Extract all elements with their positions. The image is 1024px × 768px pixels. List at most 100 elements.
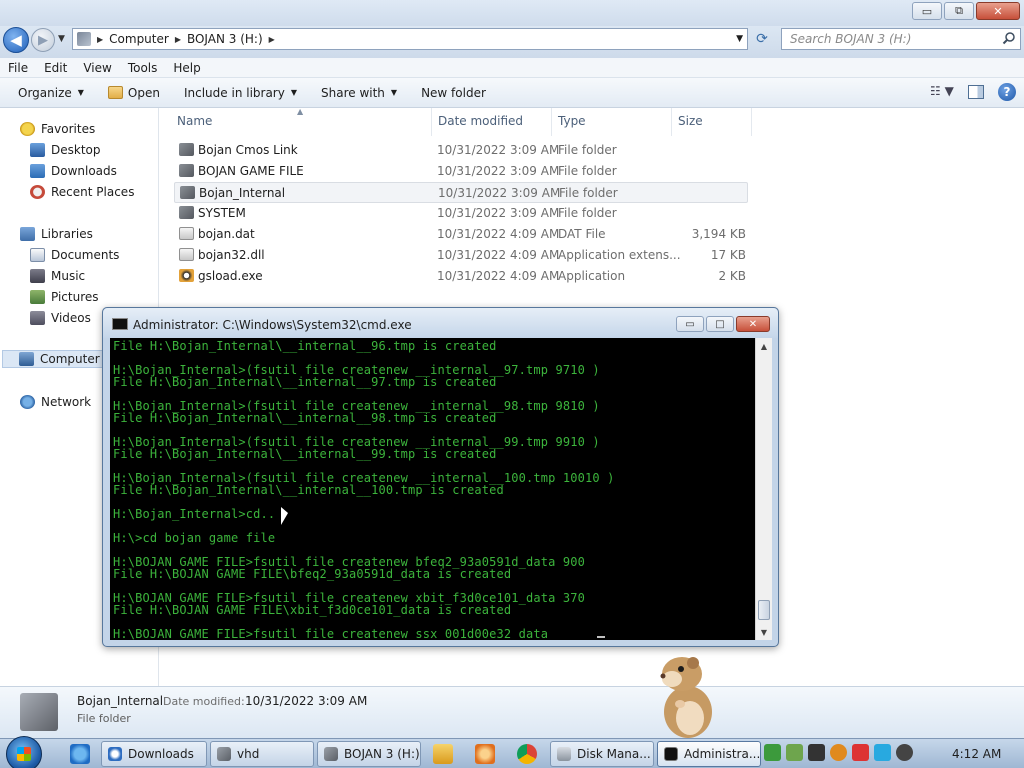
- search-icon[interactable]: [1002, 31, 1016, 45]
- tray-check-icon[interactable]: [786, 744, 803, 761]
- task-label: vhd: [237, 747, 260, 761]
- menu-view[interactable]: View: [75, 61, 119, 75]
- nav-recent-places[interactable]: Recent Places: [30, 183, 134, 201]
- scroll-thumb[interactable]: [758, 600, 770, 620]
- new-folder-button[interactable]: New folder: [409, 78, 498, 108]
- cmd-close-button[interactable]: ✕: [736, 316, 770, 332]
- nav-label: Pictures: [51, 290, 99, 304]
- help-icon[interactable]: ?: [998, 83, 1016, 101]
- file-row[interactable]: bojan32.dll 10/31/2022 4:09 AM Applicati…: [174, 245, 748, 266]
- documents-icon: [30, 248, 45, 262]
- include-in-library-button[interactable]: Include in library ▼: [172, 78, 309, 108]
- menu-help[interactable]: Help: [165, 61, 208, 75]
- console-output[interactable]: File H:\Bojan_Internal\__internal__96.tm…: [110, 338, 755, 640]
- back-button[interactable]: ◀: [3, 27, 29, 53]
- menu-edit[interactable]: Edit: [36, 61, 75, 75]
- menu-tools[interactable]: Tools: [120, 61, 166, 75]
- task-cmd[interactable]: Administra...: [657, 741, 761, 767]
- column-date-modified[interactable]: Date modified: [438, 114, 523, 128]
- nav-label: Documents: [51, 248, 120, 262]
- pictures-icon: [30, 290, 45, 304]
- open-button[interactable]: Open: [96, 78, 172, 108]
- cmd-titlebar[interactable]: Administrator: C:\Windows\System32\cmd.e…: [103, 308, 778, 338]
- tray-shield-icon[interactable]: [764, 744, 781, 761]
- tray-tools-icon[interactable]: [808, 744, 825, 761]
- task-label: BOJAN 3 (H:): [344, 747, 420, 761]
- cmd-window-controls: ▭ □ ✕: [676, 316, 770, 332]
- file-row[interactable]: BOJAN GAME FILE 10/31/2022 3:09 AM File …: [174, 161, 748, 182]
- cmd-minimize-button[interactable]: ▭: [676, 316, 704, 332]
- details-name: Bojan_Internal: [77, 694, 164, 708]
- nav-music[interactable]: Music: [30, 267, 85, 285]
- menu-file[interactable]: File: [0, 61, 36, 75]
- nav-pictures[interactable]: Pictures: [30, 288, 99, 306]
- clock[interactable]: 4:12 AM: [952, 747, 1001, 761]
- organize-button[interactable]: Organize ▼: [0, 78, 96, 108]
- address-dropdown-icon[interactable]: ▼: [736, 34, 743, 44]
- console-line: H:\BOJAN GAME FILE>fsutil file createnew…: [113, 627, 549, 640]
- tray-search-icon[interactable]: [830, 744, 847, 761]
- breadcrumb-computer[interactable]: Computer: [109, 32, 169, 46]
- task-label: Disk Mana...: [577, 747, 651, 761]
- breadcrumb-chevron-icon[interactable]: ▶: [269, 35, 275, 44]
- tray-volume-icon[interactable]: [896, 744, 913, 761]
- app-icon[interactable]: [475, 744, 495, 764]
- tray-flag-icon[interactable]: [852, 744, 869, 761]
- chrome-icon[interactable]: [517, 744, 537, 764]
- preview-pane-icon[interactable]: [968, 85, 984, 99]
- file-row[interactable]: gsload.exe 10/31/2022 4:09 AM Applicatio…: [174, 266, 748, 287]
- nav-videos[interactable]: Videos: [30, 309, 91, 327]
- cmd-window[interactable]: Administrator: C:\Windows\System32\cmd.e…: [102, 307, 779, 647]
- recent-pages-dropdown[interactable]: ▼: [58, 34, 65, 44]
- file-row[interactable]: SYSTEM 10/31/2022 3:09 AM File folder: [174, 203, 748, 224]
- breadcrumb-drive[interactable]: BOJAN 3 (H:): [187, 32, 263, 46]
- chevron-down-icon: ▼: [290, 88, 297, 97]
- nav-desktop[interactable]: Desktop: [30, 141, 101, 159]
- nav-favorites[interactable]: Favorites: [20, 120, 95, 138]
- file-row-selected[interactable]: Bojan_Internal 10/31/2022 3:09 AM File f…: [174, 182, 748, 203]
- scroll-down-icon[interactable]: ▼: [756, 624, 772, 640]
- internet-explorer-icon[interactable]: [70, 744, 90, 764]
- change-view-icon[interactable]: ☷ ▼: [930, 84, 954, 100]
- tray-monitor-icon[interactable]: [874, 744, 891, 761]
- breadcrumb-chevron-icon[interactable]: ▶: [175, 35, 181, 44]
- cmd-maximize-button[interactable]: □: [706, 316, 734, 332]
- media-player-icon[interactable]: [433, 744, 453, 764]
- file-row[interactable]: Bojan Cmos Link 10/31/2022 3:09 AM File …: [174, 140, 748, 161]
- task-downloads[interactable]: Downloads: [101, 741, 207, 767]
- nav-libraries[interactable]: Libraries: [20, 225, 93, 243]
- share-with-button[interactable]: Share with ▼: [309, 78, 409, 108]
- column-size[interactable]: Size: [678, 114, 703, 128]
- file-type: File folder: [558, 143, 617, 157]
- nav-network[interactable]: Network: [20, 393, 91, 411]
- console-line: File H:\Bojan_Internal\__internal__98.tm…: [113, 411, 497, 425]
- close-button[interactable]: ✕: [976, 2, 1020, 20]
- column-divider[interactable]: [671, 108, 672, 136]
- window-titlebar: ▭ ⧉ ✕: [0, 0, 1024, 26]
- forward-button[interactable]: ▶: [31, 28, 55, 52]
- file-size: 2 KB: [718, 269, 746, 283]
- column-divider[interactable]: [431, 108, 432, 136]
- address-bar[interactable]: ▶ Computer ▶ BOJAN 3 (H:) ▶ ▼: [72, 28, 748, 50]
- column-divider[interactable]: [551, 108, 552, 136]
- console-line: File H:\Bojan_Internal\__internal__97.tm…: [113, 375, 497, 389]
- task-bojan-drive[interactable]: BOJAN 3 (H:): [317, 741, 421, 767]
- search-input[interactable]: Search BOJAN 3 (H:): [781, 28, 1021, 50]
- task-vhd[interactable]: vhd: [210, 741, 314, 767]
- column-divider[interactable]: [751, 108, 752, 136]
- task-disk-management[interactable]: Disk Mana...: [550, 741, 654, 767]
- scroll-up-icon[interactable]: ▲: [756, 338, 772, 354]
- file-date: 10/31/2022 3:09 AM: [437, 143, 560, 157]
- start-button[interactable]: [6, 736, 42, 768]
- file-name: gsload.exe: [198, 269, 263, 283]
- nav-downloads[interactable]: Downloads: [30, 162, 117, 180]
- column-name[interactable]: Name: [177, 114, 212, 128]
- minimize-button[interactable]: ▭: [912, 2, 942, 20]
- refresh-icon[interactable]: ⟳: [752, 30, 772, 48]
- cmd-scrollbar[interactable]: ▲ ▼: [755, 338, 772, 640]
- breadcrumb-chevron-icon[interactable]: ▶: [97, 35, 103, 44]
- file-row[interactable]: bojan.dat 10/31/2022 4:09 AM DAT File 3,…: [174, 224, 748, 245]
- nav-documents[interactable]: Documents: [30, 246, 119, 264]
- maximize-button[interactable]: ⧉: [944, 2, 974, 20]
- column-type[interactable]: Type: [558, 114, 586, 128]
